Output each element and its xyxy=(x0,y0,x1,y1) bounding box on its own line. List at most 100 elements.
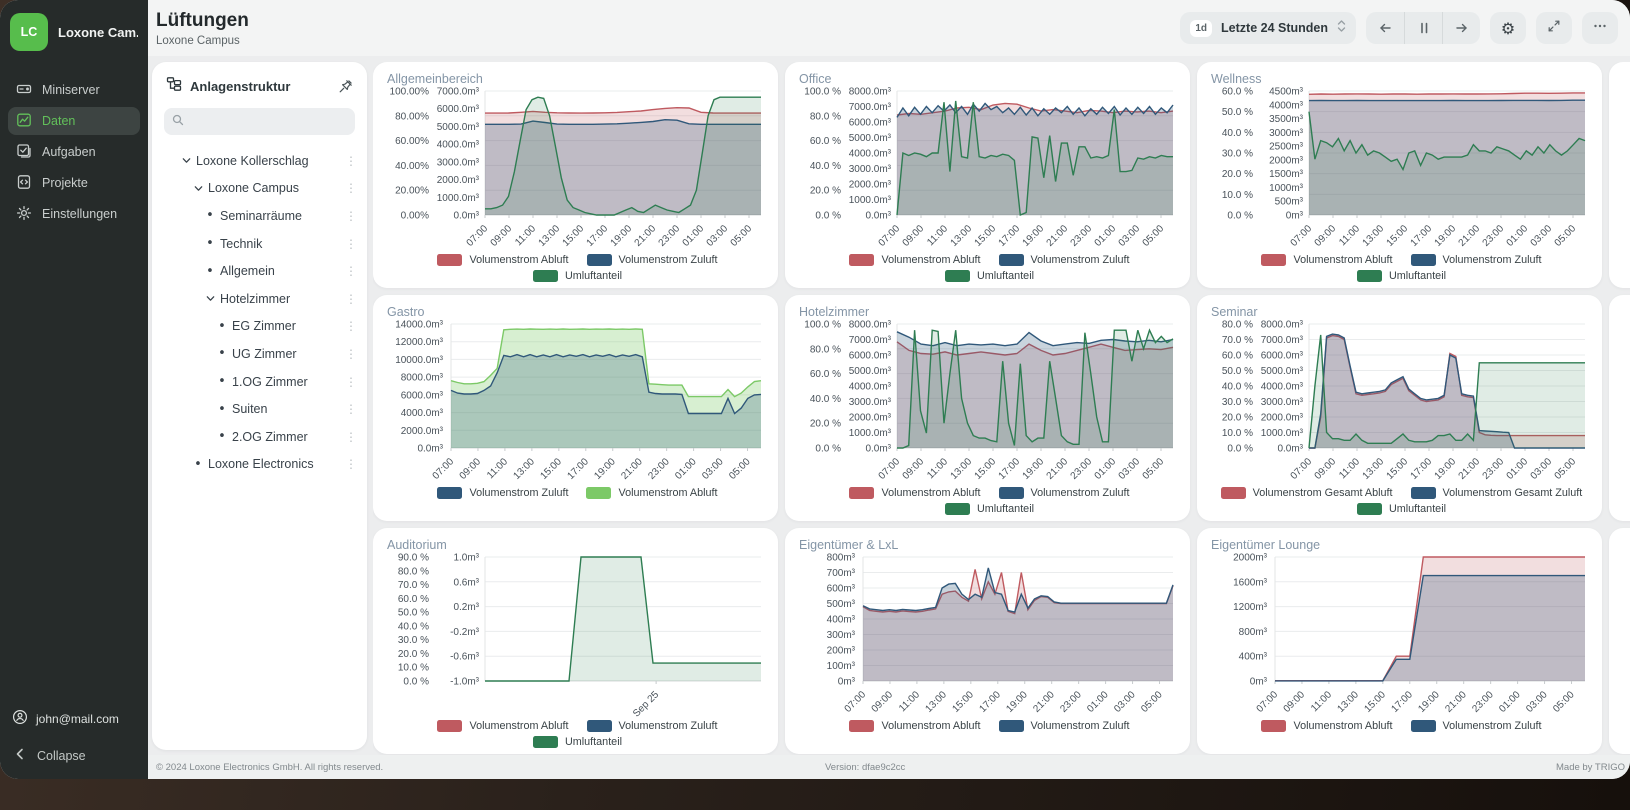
svg-text:15:00: 15:00 xyxy=(561,223,587,249)
fullscreen-button[interactable] xyxy=(1536,12,1572,44)
tree-item[interactable]: •1.OG Zimmer⋮ xyxy=(152,368,367,396)
sidebar-item-daten[interactable]: Daten xyxy=(8,107,140,135)
kebab-menu-icon[interactable]: ⋮ xyxy=(345,237,357,251)
legend-item[interactable]: Volumenstrom Zuluft xyxy=(999,486,1130,501)
legend-item[interactable]: Volumenstrom Zuluft xyxy=(587,253,718,268)
chart-card-clipped xyxy=(1609,62,1630,288)
chart-plot[interactable]: 80.0 %70.0 %60.0 %50.0 %40.0 %30.0 %20.0… xyxy=(1209,320,1590,486)
legend-item[interactable]: Umluftanteil xyxy=(945,269,1034,284)
tree-item[interactable]: •Technik⋮ xyxy=(152,230,367,258)
kebab-menu-icon[interactable]: ⋮ xyxy=(345,181,357,195)
chart-plot[interactable]: 100.0 %80.0 %60.0 %40.0 %20.0 %0.0 %8000… xyxy=(797,87,1178,253)
svg-text:23:00: 23:00 xyxy=(1470,689,1496,715)
sidebar-item-aufgaben[interactable]: Aufgaben xyxy=(8,138,140,166)
legend-item[interactable]: Volumenstrom Abluft xyxy=(849,253,980,268)
legend-item[interactable]: Volumenstrom Abluft xyxy=(1261,253,1392,268)
kebab-menu-icon[interactable]: ⋮ xyxy=(345,264,357,278)
tree-item-label: Loxone Campus xyxy=(208,181,299,195)
tree-item[interactable]: •2.OG Zimmer⋮ xyxy=(152,423,367,451)
workspace-switcher[interactable]: LC Loxone Cam... xyxy=(0,0,148,73)
legend-item[interactable]: Volumenstrom Zuluft xyxy=(1411,253,1542,268)
kebab-menu-icon[interactable]: ⋮ xyxy=(345,319,357,333)
tree-item[interactable]: Loxone Campus ⋮ xyxy=(152,175,367,203)
sidebar-item-miniserver[interactable]: Miniserver xyxy=(8,76,140,104)
svg-text:05:00: 05:00 xyxy=(729,223,755,249)
tree-item[interactable]: •EG Zimmer⋮ xyxy=(152,313,367,341)
svg-text:05:00: 05:00 xyxy=(1141,456,1167,482)
time-range-select[interactable]: 1d Letzte 24 Stunden xyxy=(1180,12,1356,44)
legend-item[interactable]: Volumenstrom Gesamt Abluft xyxy=(1221,486,1393,501)
chevron-down-icon xyxy=(190,183,206,194)
legend-item[interactable]: Volumenstrom Abluft xyxy=(437,719,568,734)
legend-item[interactable]: Umluftanteil xyxy=(1357,269,1446,284)
svg-text:21:00: 21:00 xyxy=(1031,689,1057,715)
tree-item[interactable]: •Seminarräume⋮ xyxy=(152,202,367,230)
svg-text:23:00: 23:00 xyxy=(1069,456,1095,482)
tree-item[interactable]: Loxone Kollerschlag⋮ xyxy=(152,147,367,175)
legend-item[interactable]: Volumenstrom Abluft xyxy=(437,253,568,268)
legend-item[interactable]: Volumenstrom Zuluft xyxy=(437,486,568,501)
chart-plot[interactable]: 90.0 %80.0 %70.0 %60.0 %50.0 %40.0 %30.0… xyxy=(385,553,766,719)
legend-item[interactable]: Umluftanteil xyxy=(533,269,622,284)
chart-plot[interactable]: 100.0 %80.0 %60.0 %40.0 %20.0 %0.0 %8000… xyxy=(797,320,1178,486)
settings-gear-button[interactable]: ⚙ xyxy=(1490,12,1526,44)
svg-text:80.0 %: 80.0 % xyxy=(810,344,841,355)
tree-item[interactable]: •Allgemein⋮ xyxy=(152,257,367,285)
legend-item[interactable]: Volumenstrom Abluft xyxy=(849,719,980,734)
kebab-menu-icon[interactable]: ⋮ xyxy=(345,209,357,223)
chart-plot[interactable]: 2000m³1600m³1200m³800m³400m³0m³07:0009:0… xyxy=(1209,553,1590,719)
more-options-button[interactable] xyxy=(1582,12,1618,44)
svg-text:1000.0m³: 1000.0m³ xyxy=(849,195,892,206)
user-account[interactable]: john@mail.com xyxy=(12,709,136,728)
pin-panel-button[interactable] xyxy=(338,79,353,94)
tree-item-label: Allgemein xyxy=(220,264,275,278)
kebab-menu-icon[interactable]: ⋮ xyxy=(345,457,357,471)
svg-text:01:00: 01:00 xyxy=(1505,456,1531,482)
svg-text:13:00: 13:00 xyxy=(949,223,975,249)
search-input[interactable] xyxy=(190,115,347,129)
chart-plot[interactable]: 100.00%80.00%60.00%40.00%20.00%0.00%7000… xyxy=(385,87,766,253)
legend-label: Volumenstrom Zuluft xyxy=(1443,719,1542,734)
legend-item[interactable]: Umluftanteil xyxy=(1357,502,1446,517)
svg-text:60.0 %: 60.0 % xyxy=(1222,87,1253,98)
kebab-menu-icon[interactable]: ⋮ xyxy=(345,292,357,306)
legend-item[interactable]: Volumenstrom Abluft xyxy=(586,486,717,501)
legend-item[interactable]: Volumenstrom Gesamt Zuluft xyxy=(1411,486,1583,501)
kebab-menu-icon[interactable]: ⋮ xyxy=(345,430,357,444)
legend-swatch xyxy=(1357,503,1382,515)
chart-legend: Volumenstrom Abluft Volumenstrom ZuluftUm… xyxy=(385,719,770,749)
svg-text:0.0 %: 0.0 % xyxy=(1227,444,1253,455)
tree-item[interactable]: •Loxone Electronics⋮ xyxy=(152,451,367,479)
legend-item[interactable]: Umluftanteil xyxy=(945,502,1034,517)
chart-plot[interactable]: 14000.0m³12000.0m³10000.0m³8000.0m³6000.… xyxy=(385,320,766,486)
sidebar-item-einstellungen[interactable]: Einstellungen xyxy=(8,200,140,228)
tree-list: Loxone Kollerschlag⋮Loxone Campus⋮•Semin… xyxy=(152,147,367,738)
prev-period-button[interactable] xyxy=(1366,12,1404,44)
next-period-button[interactable] xyxy=(1442,12,1480,44)
sidebar-item-projekte[interactable]: Projekte xyxy=(8,169,140,197)
legend-item[interactable]: Volumenstrom Abluft xyxy=(849,486,980,501)
kebab-menu-icon[interactable]: ⋮ xyxy=(345,347,357,361)
legend-item[interactable]: Volumenstrom Zuluft xyxy=(1411,719,1542,734)
legend-item[interactable]: Volumenstrom Abluft xyxy=(1261,719,1392,734)
pause-live-button[interactable] xyxy=(1404,12,1442,44)
kebab-menu-icon[interactable]: ⋮ xyxy=(345,402,357,416)
legend-item[interactable]: Volumenstrom Zuluft xyxy=(999,253,1130,268)
legend-label: Volumenstrom Zuluft xyxy=(619,719,718,734)
tree-item[interactable]: •UG Zimmer⋮ xyxy=(152,340,367,368)
svg-text:4000.0m³: 4000.0m³ xyxy=(849,382,892,393)
svg-text:11:00: 11:00 xyxy=(925,223,950,248)
chart-plot[interactable]: 60.0 %50.0 %40.0 %30.0 %20.0 %10.0 %0.0 … xyxy=(1209,87,1590,253)
legend-item[interactable]: Volumenstrom Zuluft xyxy=(587,719,718,734)
kebab-menu-icon[interactable]: ⋮ xyxy=(345,375,357,389)
collapse-sidebar-button[interactable]: Collapse xyxy=(12,748,136,763)
legend-item[interactable]: Volumenstrom Zuluft xyxy=(999,719,1130,734)
tree-item[interactable]: •Suiten⋮ xyxy=(152,395,367,423)
chart-card-eigentümer-lxl: Eigentümer & LxL800m³700m³600m³500m³400m… xyxy=(785,528,1190,754)
kebab-menu-icon[interactable]: ⋮ xyxy=(345,154,357,168)
svg-text:4000m³: 4000m³ xyxy=(1269,100,1304,111)
chart-plot[interactable]: 800m³700m³600m³500m³400m³300m³200m³100m³… xyxy=(797,553,1178,719)
svg-text:11:00: 11:00 xyxy=(485,456,510,481)
legend-item[interactable]: Umluftanteil xyxy=(533,735,622,750)
tree-item[interactable]: Hotelzimmer⋮ xyxy=(152,285,367,313)
